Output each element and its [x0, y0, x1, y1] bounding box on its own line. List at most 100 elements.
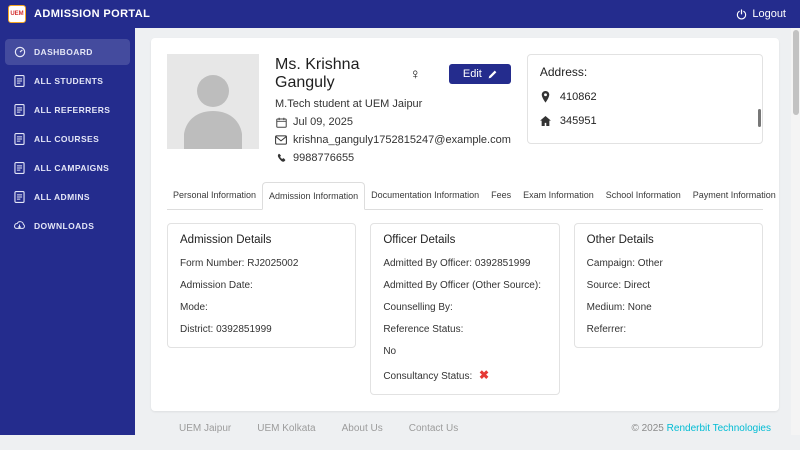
row-label: Admitted By Officer (Other Source):: [383, 280, 541, 291]
topbar: UEM ADMISSION PORTAL Logout: [0, 0, 800, 28]
page-scrollbar[interactable]: [791, 28, 800, 435]
tab-admission-information[interactable]: Admission Information: [262, 182, 366, 210]
sidebar-item-downloads[interactable]: DOWNLOADS: [5, 213, 130, 238]
row-label: Consultancy Status:: [383, 371, 473, 382]
sidebar-item-all-courses[interactable]: ALL COURSES: [5, 126, 130, 152]
calendar-icon: [275, 117, 287, 128]
sidebar-item-all-campaigns[interactable]: ALL CAMPAIGNS: [5, 155, 130, 181]
footer-link-uem-kolkata[interactable]: UEM Kolkata: [257, 423, 315, 434]
phone-icon: [275, 153, 287, 164]
details-section: Admission Details Form Number: RJ2025002…: [151, 210, 779, 411]
admission-details-box: Admission Details Form Number: RJ2025002…: [167, 223, 357, 348]
sidebar-item-label: ALL REFERRERS: [34, 105, 111, 115]
sidebar-item-all-students[interactable]: ALL STUDENTS: [5, 68, 130, 94]
admins-icon: [13, 191, 26, 203]
student-phone-text: 9988776655: [293, 152, 355, 164]
mode-row: Mode:: [180, 302, 343, 313]
referrers-icon: [13, 104, 26, 116]
admitted-by-officer-row: Admitted By Officer: 0392851999: [383, 258, 546, 269]
footer: UEM Jaipur UEM Kolkata About Us Contact …: [151, 411, 779, 450]
address-house-row: 345951: [540, 115, 750, 127]
power-icon: [736, 8, 747, 20]
logout-button[interactable]: Logout: [736, 8, 786, 20]
sidebar-item-dashboard[interactable]: DASHBOARD: [5, 39, 130, 65]
officer-details-box: Officer Details Admitted By Officer: 039…: [370, 223, 560, 395]
brand: UEM ADMISSION PORTAL: [8, 5, 150, 23]
uem-logo: UEM: [8, 5, 26, 23]
home-icon: [540, 116, 552, 126]
admission-portal-app: UEM ADMISSION PORTAL Logout DASHBOARD AL…: [0, 0, 800, 435]
address-pincode-row: 410862: [540, 91, 750, 103]
tab-fees[interactable]: Fees: [485, 182, 517, 209]
row-value: Direct: [623, 280, 651, 291]
row-value: RJ2025002: [247, 258, 299, 269]
name-row: Ms. Krishna Ganguly ♀ Edit: [275, 56, 511, 92]
row-label: Form Number:: [180, 258, 245, 269]
scrollbar-thumb[interactable]: [792, 30, 799, 115]
medium-row: Medium: None: [587, 302, 750, 313]
campaigns-icon: [13, 162, 26, 174]
address-pincode: 410862: [559, 91, 597, 103]
student-subtitle-text: M.Tech student at UEM Jaipur: [275, 98, 423, 110]
referrer-row: Referrer:: [587, 324, 750, 335]
app-title: ADMISSION PORTAL: [34, 8, 151, 20]
tab-documentation-information[interactable]: Documentation Information: [365, 182, 485, 209]
row-label: District:: [180, 324, 214, 335]
row-label: Reference Status:: [383, 324, 464, 335]
location-pin-icon: [540, 91, 552, 103]
admission-details-title: Admission Details: [180, 234, 272, 246]
student-email-text: krishna_ganguly1752815247@example.com: [293, 134, 511, 146]
sidebar-item-label: ALL ADMINS: [34, 192, 90, 202]
tab-personal-information[interactable]: Personal Information: [167, 182, 262, 209]
student-card: Ms. Krishna Ganguly ♀ Edit M.Tech studen…: [151, 38, 779, 411]
row-label: Counselling By:: [383, 302, 453, 313]
consultancy-status-row: Consultancy Status: ✖: [383, 368, 546, 382]
student-admission-date: Jul 09, 2025: [275, 116, 511, 128]
tab-bar: Personal Information Admission Informati…: [167, 182, 776, 210]
tab-payment-information[interactable]: Payment Information: [687, 182, 782, 209]
profile-section: Ms. Krishna Ganguly ♀ Edit M.Tech studen…: [151, 38, 779, 180]
envelope-icon: [275, 135, 287, 145]
edit-button[interactable]: Edit: [448, 64, 511, 84]
cloud-download-icon: [13, 220, 26, 231]
tab-exam-information[interactable]: Exam Information: [517, 182, 600, 209]
pencil-icon: [488, 70, 497, 79]
admission-date-row: Admission Date:: [180, 280, 343, 291]
row-value: Other: [637, 258, 663, 269]
profile-info: Ms. Krishna Ganguly ♀ Edit M.Tech studen…: [275, 54, 511, 164]
copyright-year: © 2025: [631, 423, 664, 434]
edit-button-label: Edit: [462, 68, 482, 80]
form-number-row: Form Number: RJ2025002: [180, 258, 343, 269]
dashboard-icon: [13, 46, 26, 58]
row-label: Admitted By Officer:: [383, 258, 473, 269]
row-label: Admission Date:: [180, 280, 253, 291]
sidebar-item-label: ALL STUDENTS: [34, 76, 104, 86]
female-gender-icon: ♀: [409, 65, 421, 83]
footer-link-about-us[interactable]: About Us: [342, 423, 383, 434]
sidebar: DASHBOARD ALL STUDENTS ALL REFERRERS ALL…: [0, 28, 135, 435]
tab-school-information[interactable]: School Information: [600, 182, 687, 209]
sidebar-item-label: DASHBOARD: [34, 47, 93, 57]
student-name: Ms. Krishna Ganguly: [275, 56, 360, 91]
student-date-text: Jul 09, 2025: [293, 116, 353, 128]
source-row: Source: Direct: [587, 280, 750, 291]
row-value: None: [627, 302, 652, 313]
address-scrollbar-thumb[interactable]: [758, 109, 761, 127]
students-icon: [13, 75, 26, 87]
footer-link-uem-jaipur[interactable]: UEM Jaipur: [179, 423, 231, 434]
student-subtitle: M.Tech student at UEM Jaipur: [275, 98, 511, 110]
footer-link-contact-us[interactable]: Contact Us: [409, 423, 458, 434]
other-details-title: Other Details: [586, 234, 654, 246]
row-label: Mode:: [180, 302, 208, 313]
row-label: Campaign:: [586, 258, 636, 269]
counselling-by-row: Counselling By:: [383, 302, 546, 313]
row-value: 0392851999: [216, 324, 272, 335]
sidebar-item-all-admins[interactable]: ALL ADMINS: [5, 184, 130, 210]
shell: DASHBOARD ALL STUDENTS ALL REFERRERS ALL…: [0, 28, 800, 435]
officer-details-title: Officer Details: [383, 234, 456, 246]
district-row: District: 0392851999: [180, 324, 343, 335]
address-house-number: 345951: [559, 115, 597, 127]
sidebar-item-all-referrers[interactable]: ALL REFERRERS: [5, 97, 130, 123]
company-link[interactable]: Renderbit Technologies: [667, 423, 771, 434]
sidebar-item-label: ALL CAMPAIGNS: [34, 163, 110, 173]
